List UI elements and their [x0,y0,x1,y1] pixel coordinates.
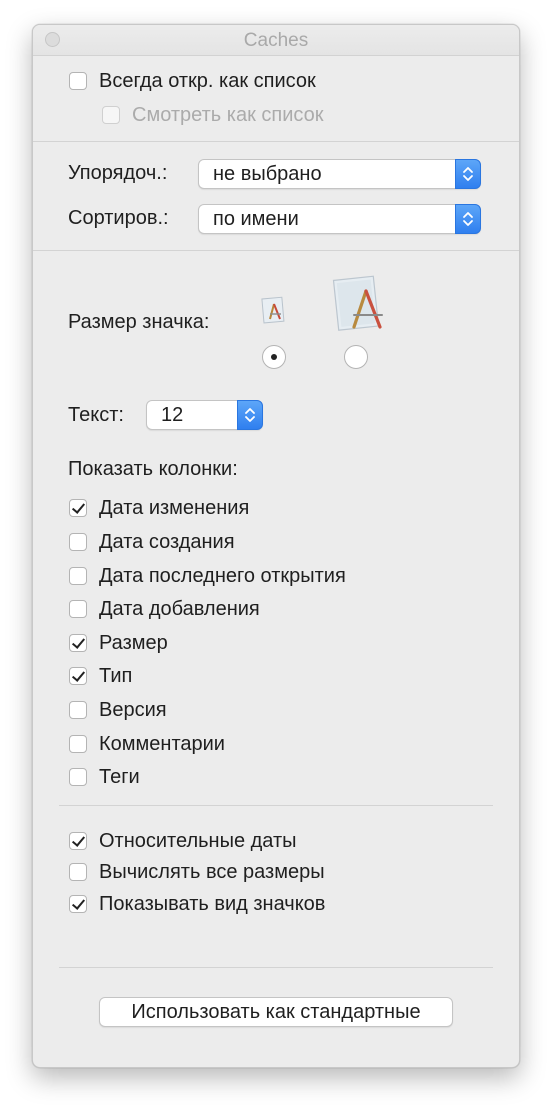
calculate-all-sizes-option[interactable]: Вычислять все размеры [69,860,325,884]
column-checkbox[interactable] [69,735,87,753]
separator [59,805,493,806]
relative-dates-checkbox[interactable] [69,832,87,850]
relative-dates-option[interactable]: Относительные даты [69,829,297,853]
column-option[interactable]: Дата добавления [69,597,260,621]
column-label: Версия [99,698,167,721]
column-checkbox[interactable] [69,533,87,551]
always-open-as-list-label: Всегда откр. как список [99,69,316,92]
text-size-value: 12 [161,404,184,426]
column-checkbox[interactable] [69,768,87,786]
column-option[interactable]: Дата последнего открытия [69,564,346,588]
sort-popup-arrows-icon [455,204,481,234]
show-columns-heading: Показать колонки: [68,458,238,480]
show-icon-preview-checkbox[interactable] [69,895,87,913]
relative-dates-label: Относительные даты [99,829,297,852]
column-checkbox[interactable] [69,499,87,517]
separator [33,141,519,142]
calculate-all-sizes-label: Вычислять все размеры [99,860,325,883]
column-label: Теги [99,765,140,788]
show-icon-preview-label: Показывать вид значков [99,892,326,915]
column-label: Дата добавления [99,597,260,620]
column-option[interactable]: Тип [69,664,132,688]
separator [59,967,493,968]
browse-as-list-label: Смотреть как список [132,103,324,126]
separator [33,250,519,251]
sort-label: Сортиров.: [68,207,169,229]
column-option[interactable]: Теги [69,765,140,789]
column-checkbox[interactable] [69,600,87,618]
column-checkbox[interactable] [69,567,87,585]
sort-popup[interactable]: по имени [198,204,481,234]
window-title: Caches [243,30,309,51]
arrange-label: Упорядоч.: [68,162,168,184]
arrange-value: не выбрано [213,163,322,185]
column-label: Дата создания [99,530,235,553]
view-options-window: Caches Всегда откр. как список Смотреть … [32,24,520,1068]
large-icon-preview-icon [332,275,383,331]
column-label: Комментарии [99,732,225,755]
text-size-popup[interactable]: 12 [146,400,263,430]
arrange-popup-arrows-icon [455,159,481,189]
column-checkbox[interactable] [69,667,87,685]
show-icon-preview-option[interactable]: Показывать вид значков [69,892,325,916]
column-checkbox[interactable] [69,701,87,719]
column-label: Размер [99,631,168,654]
icon-size-large-radio[interactable] [344,345,368,369]
column-option[interactable]: Дата изменения [69,496,249,520]
browse-as-list-option[interactable]: Смотреть как список [102,103,323,127]
text-size-label: Текст: [68,404,124,426]
small-icon-preview-icon [261,296,285,324]
always-open-as-list-checkbox[interactable] [69,72,87,90]
column-option[interactable]: Комментарии [69,732,225,756]
column-label: Тип [99,664,133,687]
title-bar: Caches [33,25,519,56]
calculate-all-sizes-checkbox[interactable] [69,863,87,881]
column-label: Дата изменения [99,496,250,519]
icon-size-small-radio[interactable] [262,345,286,369]
column-checkbox[interactable] [69,634,87,652]
sort-value: по имени [213,208,299,230]
arrange-popup[interactable]: не выбрано [198,159,481,189]
icon-size-label: Размер значка: [68,311,210,333]
column-option[interactable]: Версия [69,698,167,722]
text-size-popup-arrows-icon [237,400,263,430]
column-label: Дата последнего открытия [99,564,346,587]
column-option[interactable]: Размер [69,631,168,655]
column-option[interactable]: Дата создания [69,530,235,554]
browse-as-list-checkbox[interactable] [102,106,120,124]
always-open-as-list-option[interactable]: Всегда откр. как список [69,69,316,93]
use-as-defaults-button[interactable]: Использовать как стандартные [99,997,453,1027]
